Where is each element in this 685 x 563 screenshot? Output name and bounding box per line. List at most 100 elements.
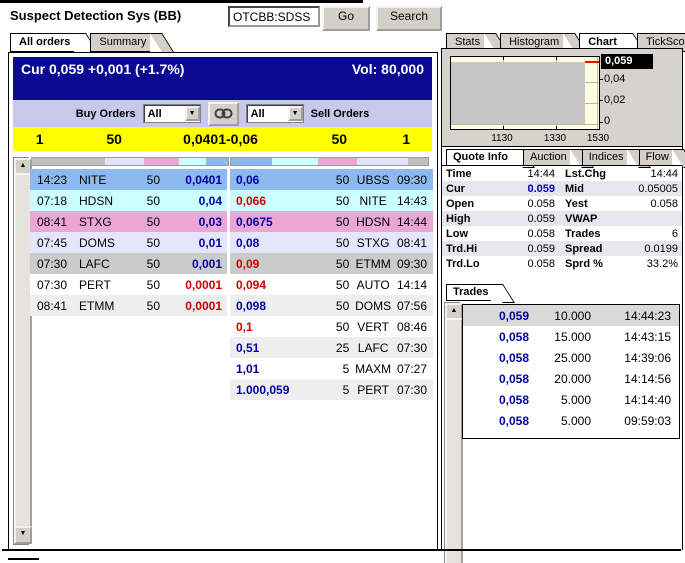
quote-tab[interactable]: Flow: [638, 149, 672, 166]
order-size: 50: [335, 298, 350, 313]
order-time: 08:46: [396, 319, 427, 334]
order-book-scrollbar[interactable]: ▲ ▼: [13, 157, 32, 545]
main-tab[interactable]: All orders: [10, 33, 75, 52]
buy-depth-color-strip: [31, 157, 229, 166]
sell-order-row[interactable]: 0,51 25 LAFC 07:30: [230, 337, 433, 358]
order-price: 0,03: [198, 214, 222, 229]
sell-filter-value: All: [250, 107, 265, 120]
axis-tick: [556, 57, 557, 60]
order-size: 50: [146, 214, 160, 229]
quote-info-row: High 0.059 VWAP: [442, 211, 682, 226]
order-time: 14:23: [37, 172, 68, 187]
scrollbar-thumb[interactable]: [445, 318, 463, 563]
trade-price: 0,058: [498, 392, 529, 407]
sell-filter-dropdown[interactable]: All ▼: [245, 104, 304, 123]
order-size: 50: [146, 277, 160, 292]
sell-order-row[interactable]: 0,0675 50 HDSN 14:44: [230, 211, 433, 232]
quote-info-row: Time 14:44 Lst.Chg 14:44: [442, 166, 682, 181]
order-time: 07:18: [37, 193, 68, 208]
main-tab[interactable]: Summary: [90, 33, 151, 52]
sell-order-row[interactable]: 1.000,059 5 PERT 07:30: [230, 379, 433, 400]
sell-order-row[interactable]: 0,1 50 VERT 08:46: [230, 316, 433, 337]
chevron-down-icon[interactable]: ▼: [184, 106, 200, 121]
order-price: 0,51: [236, 340, 260, 355]
trade-row[interactable]: 0,058 15.000 14:43:15: [463, 326, 679, 347]
quote-label: Cur: [446, 182, 465, 195]
current-price-line: [585, 61, 599, 63]
sell-order-row[interactable]: 0,06 50 UBSS 09:30: [230, 169, 433, 190]
order-size: 50: [335, 277, 350, 292]
y-axis-label: 0,04: [604, 73, 626, 85]
tab-label: Histogram: [509, 36, 560, 48]
trade-row[interactable]: 0,058 20.000 14:14:56: [463, 368, 679, 389]
trade-row[interactable]: 0,059 10.000 14:44:23: [463, 305, 679, 326]
quote-label: Sprd %: [565, 257, 603, 270]
sell-order-row[interactable]: 1,01 5 MAXM 07:27: [230, 358, 433, 379]
sell-order-row[interactable]: 0,08 50 STXG 08:41: [230, 232, 433, 253]
buy-filter-dropdown[interactable]: All ▼: [142, 104, 201, 123]
buy-order-row[interactable]: 08:41 STXG 50 0,03: [30, 211, 227, 232]
quote-value: 0.058: [527, 197, 555, 210]
quote-label: Lst.Chg: [565, 167, 606, 180]
buy-order-row[interactable]: 07:18 HDSN 50 0,04: [30, 190, 227, 211]
sell-orders-table: 0,06 50 UBSS 09:30 0,066 50 NITE 14:43 0…: [230, 169, 433, 400]
order-price: 0,0675: [236, 214, 273, 229]
best-buy-count: 1: [35, 131, 44, 147]
tab-label: Indices: [588, 151, 624, 163]
sell-order-row[interactable]: 0,09 50 ETMM 09:30: [230, 253, 433, 274]
quote-tab[interactable]: Auction: [523, 149, 570, 166]
trade-size: 20.000: [554, 371, 591, 386]
order-price: 0,0001: [185, 277, 222, 292]
trades-scrollbar[interactable]: ▲ ▼: [444, 302, 463, 563]
chevron-down-icon[interactable]: ▼: [287, 106, 303, 121]
sell-orders-label: Sell Orders: [310, 107, 370, 120]
quote-label: VWAP: [565, 212, 598, 225]
best-buy-price: 0,0401: [183, 131, 226, 147]
trade-size: 25.000: [554, 350, 591, 365]
y-axis-label: 0: [604, 115, 611, 127]
market-maker-id: PERT: [357, 382, 390, 397]
trade-time: 14:14:56: [624, 371, 671, 386]
x-axis-label: 1130: [491, 133, 513, 144]
link-filters-button[interactable]: [207, 101, 239, 126]
symbol-input[interactable]: [228, 6, 320, 27]
go-button[interactable]: Go: [322, 6, 370, 31]
order-price: 0,0001: [185, 298, 222, 313]
tab-label: TickScope: [645, 36, 685, 48]
trade-row[interactable]: 0,058 5.000 09:59:03: [463, 410, 679, 431]
trade-price: 0,058: [498, 413, 529, 428]
trade-row[interactable]: 0,058 5.000 14:14:40: [463, 389, 679, 410]
buy-order-row[interactable]: 07:45 DOMS 50 0,01: [30, 232, 227, 253]
axis-tick: [599, 122, 603, 123]
quote-value: 0.058: [650, 197, 678, 210]
quote-tab[interactable]: Indices: [581, 149, 627, 166]
search-button[interactable]: Search: [376, 6, 442, 31]
trade-time: 09:59:03: [624, 413, 671, 428]
depth-strip-segment: [32, 158, 105, 165]
quote-label: Time: [446, 167, 472, 180]
sell-order-row[interactable]: 0,066 50 NITE 14:43: [230, 190, 433, 211]
order-time: 14:14: [396, 277, 427, 292]
quote-tab[interactable]: Quote Info: [446, 149, 511, 166]
buy-order-row[interactable]: 08:41 ETMM 50 0,0001: [30, 295, 227, 316]
quote-label: Open: [446, 197, 475, 210]
scroll-down-icon[interactable]: ▼: [14, 526, 32, 544]
trade-row[interactable]: 0,058 25.000 14:39:06: [463, 347, 679, 368]
buy-order-row[interactable]: 07:30 PERT 50 0,0001: [30, 274, 227, 295]
order-size: 50: [335, 256, 350, 271]
order-size: 50: [146, 172, 160, 187]
quote-info-row: Trd.Lo 0.058 Sprd % 33.2%: [442, 256, 682, 271]
buy-order-row[interactable]: 14:23 NITE 50 0,0401: [30, 169, 227, 190]
market-maker-id: HDSN: [356, 214, 391, 229]
trades-tab-bar: Trades: [446, 284, 507, 301]
sell-order-row[interactable]: 0,098 50 DOMS 07:56: [230, 295, 433, 316]
sell-order-row[interactable]: 0,094 50 AUTO 14:14: [230, 274, 433, 295]
buy-order-row[interactable]: 07:30 LAFC 50 0,001: [30, 253, 227, 274]
trades-tab[interactable]: Trades: [446, 284, 492, 301]
tab-label: Summary: [99, 36, 147, 48]
right-panel: 0,059 0,04 0,02 0 1130 1330 1530 Quote I…: [441, 48, 684, 563]
quote-tab-bar: Quote Info Auction Indices Flow: [446, 149, 684, 166]
trade-price: 0,058: [498, 350, 529, 365]
order-size: 5: [342, 382, 350, 397]
market-maker-id: NITE: [359, 193, 387, 208]
